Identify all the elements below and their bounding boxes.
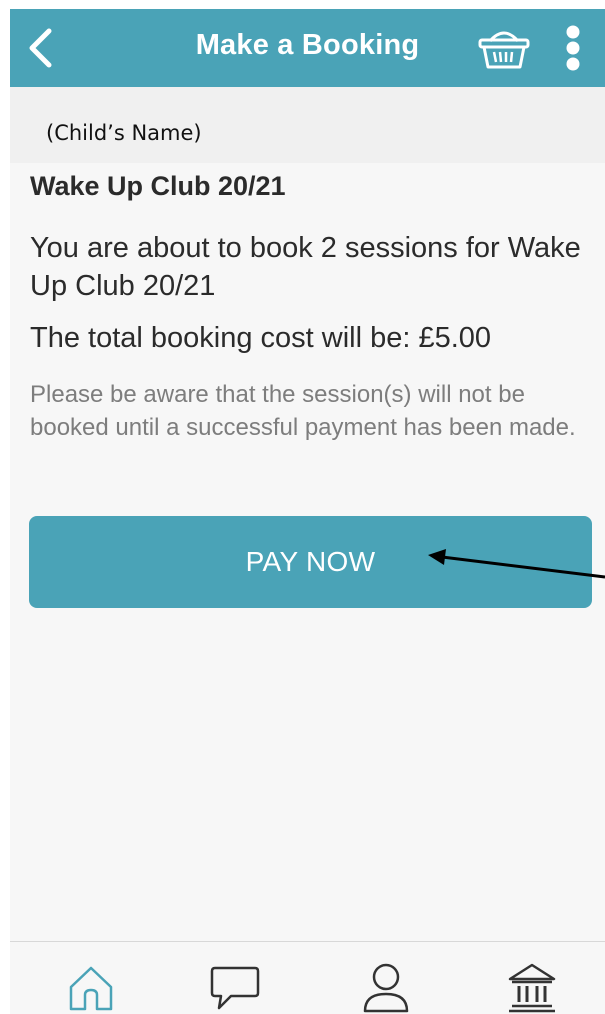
- payment-notice-text: Please be aware that the session(s) will…: [30, 381, 576, 441]
- more-menu-button[interactable]: [558, 23, 588, 73]
- home-icon: [69, 966, 113, 1011]
- tab-bank[interactable]: [504, 960, 560, 1014]
- bank-icon: [508, 963, 556, 1013]
- booking-screen: Make a Booking (Child’s Name) Wake Up Cl…: [10, 9, 605, 1014]
- tab-messages[interactable]: [207, 960, 263, 1014]
- booking-summary-text: You are about to book 2 sessions for Wak…: [30, 232, 581, 302]
- basket-button[interactable]: [476, 25, 532, 71]
- club-title: Wake Up Club 20/21: [30, 171, 286, 201]
- tab-home[interactable]: [63, 960, 119, 1014]
- child-name: (Child’s Name): [46, 121, 202, 145]
- profile-icon: [363, 963, 409, 1013]
- tab-profile[interactable]: [358, 960, 414, 1014]
- header-bar: Make a Booking: [10, 9, 605, 87]
- basket-icon: [478, 31, 530, 69]
- vertical-dots-icon: [566, 25, 580, 71]
- chat-icon: [210, 966, 260, 1010]
- total-cost-text: The total booking cost will be: £5.00: [30, 322, 492, 354]
- bottom-tab-bar: [10, 941, 605, 1014]
- pay-now-button[interactable]: PAY NOW: [29, 516, 592, 608]
